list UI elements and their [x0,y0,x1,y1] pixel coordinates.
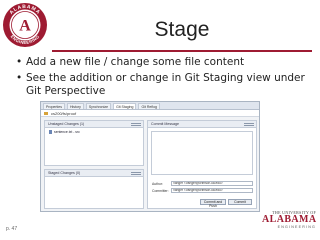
staged-changes-pane: Staged Changes (0) [44,169,144,209]
unstaged-changes-header: Unstaged Changes (1) [45,121,143,128]
commit-message-input[interactable] [151,131,253,175]
university-logo: A ALABAMA ENGINEERING [3,3,47,47]
tab-git-staging[interactable]: Git Staging [113,102,137,109]
view-tab-bar: Properties History Synchronize Git Stagi… [41,102,259,110]
slide-title: Stage [154,18,210,41]
page-number: p. 47 [6,226,18,232]
ua-logo-line3: ENGINEERING [277,225,316,229]
pane-toolbar-icon[interactable] [244,123,254,126]
slide: A ALABAMA ENGINEERING Stage Add a new fi… [0,0,320,240]
bullet-item: See the addition or change in Git Stagin… [16,72,312,98]
unstaged-changes-title: Unstaged Changes (1) [48,122,85,126]
svg-text:A: A [19,18,31,35]
staged-changes-header: Staged Changes (0) [45,170,143,177]
author-label: Author: [152,181,163,186]
pane-toolbar-icon[interactable] [131,123,141,126]
commit-button[interactable]: Commit [228,199,252,205]
repository-path: cs200/fs/proof [41,110,259,117]
author-row: Author: Vanger <Vanger@crimson.ua.edu> [152,181,253,186]
commit-and-push-button[interactable]: Commit and Push [200,199,226,208]
title-divider [52,50,312,52]
repository-path-text: cs200/fs/proof [51,111,77,116]
staged-changes-title: Staged Changes (0) [48,171,81,175]
author-field[interactable]: Vanger <Vanger@crimson.ua.edu> [171,181,253,186]
committer-label: Committer: [152,188,169,193]
committer-row: Committer: Vanger <Vanger@crimson.ua.edu… [152,188,253,193]
file-icon [49,130,52,134]
ua-engineering-logo: THE UNIVERSITY OF ALABAMA ENGINEERING [262,210,316,236]
bullet-item: Add a new file / change some file conten… [16,56,312,69]
commit-message-title: Commit Message [151,122,179,126]
tab-properties[interactable]: Properties [43,102,65,109]
commit-message-pane: Commit Message Author: Vanger <Vanger@cr… [147,120,257,209]
repository-icon [44,112,48,115]
pane-toolbar-icon[interactable] [131,172,141,175]
tab-history[interactable]: History [66,102,84,109]
ua-logo-line2: ALABAMA [262,214,317,225]
committer-field[interactable]: Vanger <Vanger@crimson.ua.edu> [171,188,253,193]
file-name: sentence.txt - src [54,130,80,134]
tab-synchronize[interactable]: Synchronize [85,102,112,109]
bullet-list: Add a new file / change some file conten… [16,56,312,101]
unstaged-changes-pane: Unstaged Changes (1) sentence.txt - src [44,120,144,166]
list-item[interactable]: sentence.txt - src [45,128,143,136]
commit-message-header: Commit Message [148,121,256,128]
tab-git-reflog[interactable]: Git Reflog [138,102,160,109]
git-staging-screenshot: Properties History Synchronize Git Stagi… [40,101,260,212]
